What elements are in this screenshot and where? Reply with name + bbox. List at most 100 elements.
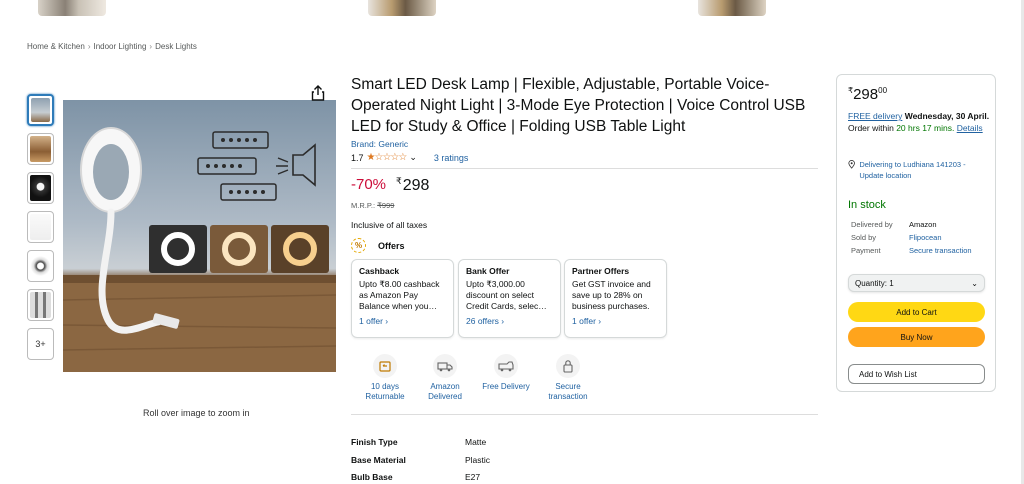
van-icon — [494, 354, 518, 378]
feature-free-delivery[interactable]: Free Delivery — [475, 354, 537, 392]
order-within-time: 20 hrs 17 mins. — [896, 123, 955, 133]
thumbnail-3[interactable] — [27, 172, 54, 204]
ratings-count-link[interactable]: 3 ratings — [434, 153, 469, 163]
free-delivery-link[interactable]: FREE delivery — [848, 111, 902, 121]
payment-row: Payment Secure transaction — [851, 246, 972, 255]
thumbnail-4[interactable] — [27, 211, 54, 243]
feature-amazon-delivered[interactable]: Amazon Delivered — [414, 354, 476, 402]
main-product-image[interactable] — [63, 100, 336, 372]
spec-key: Base Material — [351, 455, 406, 465]
delivery-date: Wednesday, 30 April. — [904, 111, 990, 121]
feature-icons: 10 days Returnable Amazon Delivered Free… — [351, 354, 611, 414]
quantity-value: Quantity: 1 — [855, 278, 894, 288]
buybox-price-value: 298 — [853, 86, 879, 103]
thumbnail-2[interactable] — [27, 133, 54, 165]
discount-percent: -70% — [351, 176, 387, 193]
order-within-label: Order within — [848, 123, 894, 133]
offer-title: Bank Offer — [466, 266, 510, 276]
feature-label: Amazon Delivered — [428, 382, 462, 401]
mrp: M.R.P.: ₹999 — [351, 201, 394, 210]
share-icon[interactable] — [311, 85, 325, 101]
delivered-by-label: Delivered by — [851, 220, 893, 229]
offers-heading: Offers — [378, 240, 405, 251]
delivery-info: FREE delivery Wednesday, 30 April. Order… — [848, 110, 990, 134]
chevron-down-icon[interactable]: ⌄ — [409, 152, 417, 163]
more-images-thumbnail[interactable]: 3+ — [27, 328, 54, 360]
thumbnail-5[interactable] — [27, 250, 54, 282]
spec-row: Bulb Base E27 — [351, 472, 480, 482]
sold-by-row: Sold by Flipocean — [851, 233, 942, 242]
breadcrumb-desk-lights[interactable]: Desk Lights — [155, 42, 197, 51]
add-to-wish-list-button[interactable]: Add to Wish List — [848, 364, 985, 384]
offer-card-bank[interactable]: Bank Offer Upto ₹3,000.00 discount on se… — [458, 259, 561, 338]
rating-row: 1.7 ★☆☆☆☆ ⌄ 3 ratings — [351, 152, 468, 163]
thumbnail-6[interactable] — [27, 289, 54, 321]
seller-link[interactable]: Flipocean — [909, 233, 942, 242]
offer-link[interactable]: 26 offers › — [466, 316, 553, 327]
spec-key: Bulb Base — [351, 472, 393, 482]
spec-value: E27 — [465, 472, 481, 482]
feature-label: Free Delivery — [482, 382, 530, 391]
spec-row: Finish Type Matte — [351, 437, 486, 447]
offer-card-cashback[interactable]: Cashback Upto ₹8.00 cashback as Amazon P… — [351, 259, 454, 338]
offer-percent-icon: % — [351, 238, 366, 253]
zoom-hint: Roll over image to zoom in — [143, 408, 250, 418]
feature-label: 10 days Returnable — [365, 382, 405, 401]
buy-box: ₹29800 FREE delivery Wednesday, 30 April… — [836, 74, 996, 392]
offer-body: Upto ₹8.00 cashback as Amazon Pay Balanc… — [359, 279, 440, 311]
add-to-cart-button[interactable]: Add to Cart — [848, 302, 985, 322]
price: ₹298 — [396, 176, 429, 195]
buybox-price-fraction: 00 — [878, 86, 888, 95]
related-product-thumb[interactable] — [360, 0, 444, 18]
offer-body: Get GST invoice and save up to 28% on bu… — [572, 279, 651, 311]
brand-link[interactable]: Brand: Generic — [351, 139, 408, 149]
truck-icon — [433, 354, 457, 378]
rating-stars-icon[interactable]: ★☆☆☆☆ — [367, 152, 408, 163]
offer-link[interactable]: 1 offer › — [359, 316, 446, 327]
breadcrumb: Home & Kitchen › Indoor Lighting › Desk Ligh… — [27, 42, 197, 51]
related-product-thumb[interactable] — [690, 0, 774, 18]
lock-icon — [556, 354, 580, 378]
price-value: 298 — [402, 177, 430, 194]
offers-header: % Offers — [351, 238, 405, 253]
offer-body: Upto ₹3,000.00 discount on select Credit… — [466, 279, 547, 311]
breadcrumb-indoor-lighting[interactable]: Indoor Lighting — [93, 42, 146, 51]
feature-returnable[interactable]: 10 days Returnable — [354, 354, 416, 402]
delivered-by-value: Amazon — [909, 220, 937, 229]
offer-title: Partner Offers — [572, 266, 630, 276]
mrp-value: ₹999 — [377, 201, 395, 210]
spec-value: Matte — [465, 437, 487, 447]
mrp-label: M.R.P.: — [351, 201, 376, 210]
breadcrumb-separator: › — [87, 42, 91, 51]
payment-link[interactable]: Secure transaction — [909, 246, 972, 255]
offer-title: Cashback — [359, 266, 400, 276]
offer-card-partner[interactable]: Partner Offers Get GST invoice and save … — [564, 259, 667, 338]
location-pin-icon — [848, 160, 855, 169]
rating-value: 1.7 — [351, 152, 364, 163]
sold-by-label: Sold by — [851, 233, 877, 242]
breadcrumb-separator: › — [149, 42, 153, 51]
thumbnail-1[interactable] — [27, 94, 54, 126]
stock-status: In stock — [848, 199, 886, 211]
related-product-thumb[interactable] — [30, 0, 114, 18]
feature-label: Secure transaction — [548, 382, 588, 401]
quantity-select[interactable]: Quantity: 1 ⌄ — [848, 274, 985, 292]
spec-value: Plastic — [465, 455, 491, 465]
delivery-location[interactable]: Delivering to Ludhiana 141203 - Update l… — [848, 159, 990, 181]
details-link[interactable]: Details — [957, 123, 983, 133]
image-thumbnails: 3+ — [27, 94, 54, 367]
return-box-icon — [373, 354, 397, 378]
spec-row: Base Material Plastic — [351, 455, 490, 465]
feature-secure-transaction[interactable]: Secure transaction — [537, 354, 599, 402]
breadcrumb-home-kitchen[interactable]: Home & Kitchen — [27, 42, 85, 51]
buybox-price: ₹29800 — [848, 86, 887, 103]
payment-label: Payment — [851, 246, 881, 255]
chevron-down-icon: ⌄ — [971, 278, 978, 288]
buy-now-button[interactable]: Buy Now — [848, 327, 985, 347]
currency-symbol: ₹ — [396, 176, 402, 186]
location-text: Delivering to Ludhiana 141203 - Update l… — [859, 160, 966, 180]
spec-key: Finish Type — [351, 437, 398, 447]
product-title: Smart LED Desk Lamp | Flexible, Adjustab… — [351, 76, 806, 135]
offer-link[interactable]: 1 offer › — [572, 316, 659, 327]
divider — [351, 414, 818, 415]
